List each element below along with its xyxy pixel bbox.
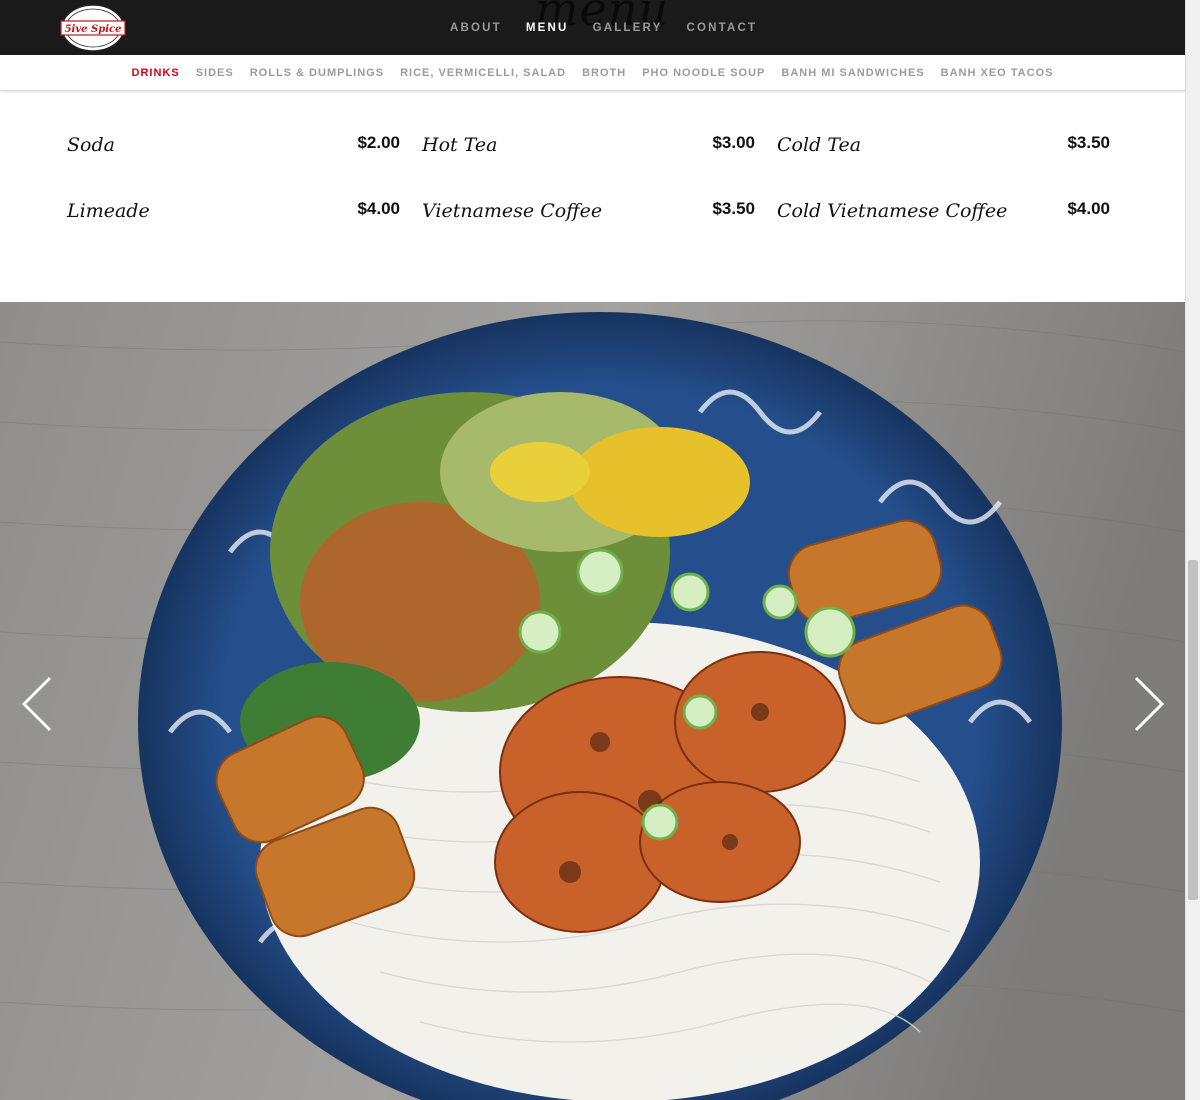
restaurant-logo[interactable]: 5ive Spice bbox=[60, 4, 126, 52]
top-navbar: 5ive Spice menu ABOUT MENU GALLERY CONTACT bbox=[0, 0, 1185, 55]
scrollbar-thumb[interactable] bbox=[1188, 560, 1198, 900]
menu-item-name: Cold Vietnamese Coffee bbox=[777, 200, 1008, 222]
main-nav: ABOUT MENU GALLERY CONTACT bbox=[438, 20, 769, 36]
menu-item-name: Soda bbox=[67, 134, 115, 156]
menu-item: Limeade $4.00 bbox=[67, 191, 400, 227]
category-tab-rice-vermicelli-salad[interactable]: RICE, VERMICELLI, SALAD bbox=[392, 67, 574, 79]
menu-item-price: $4.00 bbox=[357, 199, 400, 218]
slider-next-button[interactable] bbox=[1128, 674, 1168, 734]
menu-item: Hot Tea $3.00 bbox=[422, 125, 755, 161]
category-tab-banh-xeo-tacos[interactable]: BANH XEO TACOS bbox=[933, 67, 1062, 79]
category-tab-drinks[interactable]: DRINKS bbox=[124, 67, 188, 79]
menu-item: Vietnamese Coffee $3.50 bbox=[422, 191, 755, 227]
menu-item-price: $3.50 bbox=[712, 199, 755, 218]
menu-item: Cold Vietnamese Coffee $4.00 bbox=[777, 191, 1110, 227]
slider-prev-button[interactable] bbox=[18, 674, 58, 734]
menu-item-name: Hot Tea bbox=[422, 134, 498, 156]
logo-text: 5ive Spice bbox=[65, 24, 122, 35]
menu-item-name: Cold Tea bbox=[777, 134, 862, 156]
menu-item-price: $4.00 bbox=[1067, 199, 1110, 218]
category-tab-sides[interactable]: SIDES bbox=[188, 67, 242, 79]
category-tab-pho-noodle-soup[interactable]: PHO NOODLE SOUP bbox=[634, 67, 773, 79]
drinks-menu-list: Soda $2.00 Hot Tea $3.00 Cold Tea $3.50 Limead… bbox=[67, 125, 1110, 227]
nav-link-about[interactable]: ABOUT bbox=[438, 20, 514, 36]
menu-item-price: $3.00 bbox=[712, 133, 755, 152]
nav-link-contact[interactable]: CONTACT bbox=[674, 20, 769, 36]
page-scrollbar[interactable] bbox=[1185, 0, 1200, 1100]
menu-item-price: $3.50 bbox=[1067, 133, 1110, 152]
menu-item-name: Limeade bbox=[67, 200, 150, 222]
menu-item-name: Vietnamese Coffee bbox=[422, 200, 603, 222]
menu-category-nav: DRINKS SIDES ROLLS & DUMPLINGS RICE, VERMIC… bbox=[0, 55, 1185, 91]
menu-item-price: $2.00 bbox=[357, 133, 400, 152]
nav-link-menu[interactable]: MENU bbox=[514, 20, 581, 36]
food-gallery-slider bbox=[0, 302, 1185, 1100]
category-tab-broth[interactable]: BROTH bbox=[574, 67, 634, 79]
category-tab-rolls-dumplings[interactable]: ROLLS & DUMPLINGS bbox=[242, 67, 392, 79]
menu-item: Cold Tea $3.50 bbox=[777, 125, 1110, 161]
nav-link-gallery[interactable]: GALLERY bbox=[581, 20, 675, 36]
category-tab-banh-mi-sandwiches[interactable]: BANH MI SANDWICHES bbox=[773, 67, 932, 79]
menu-item: Soda $2.00 bbox=[67, 125, 400, 161]
food-photo bbox=[0, 302, 1185, 1100]
